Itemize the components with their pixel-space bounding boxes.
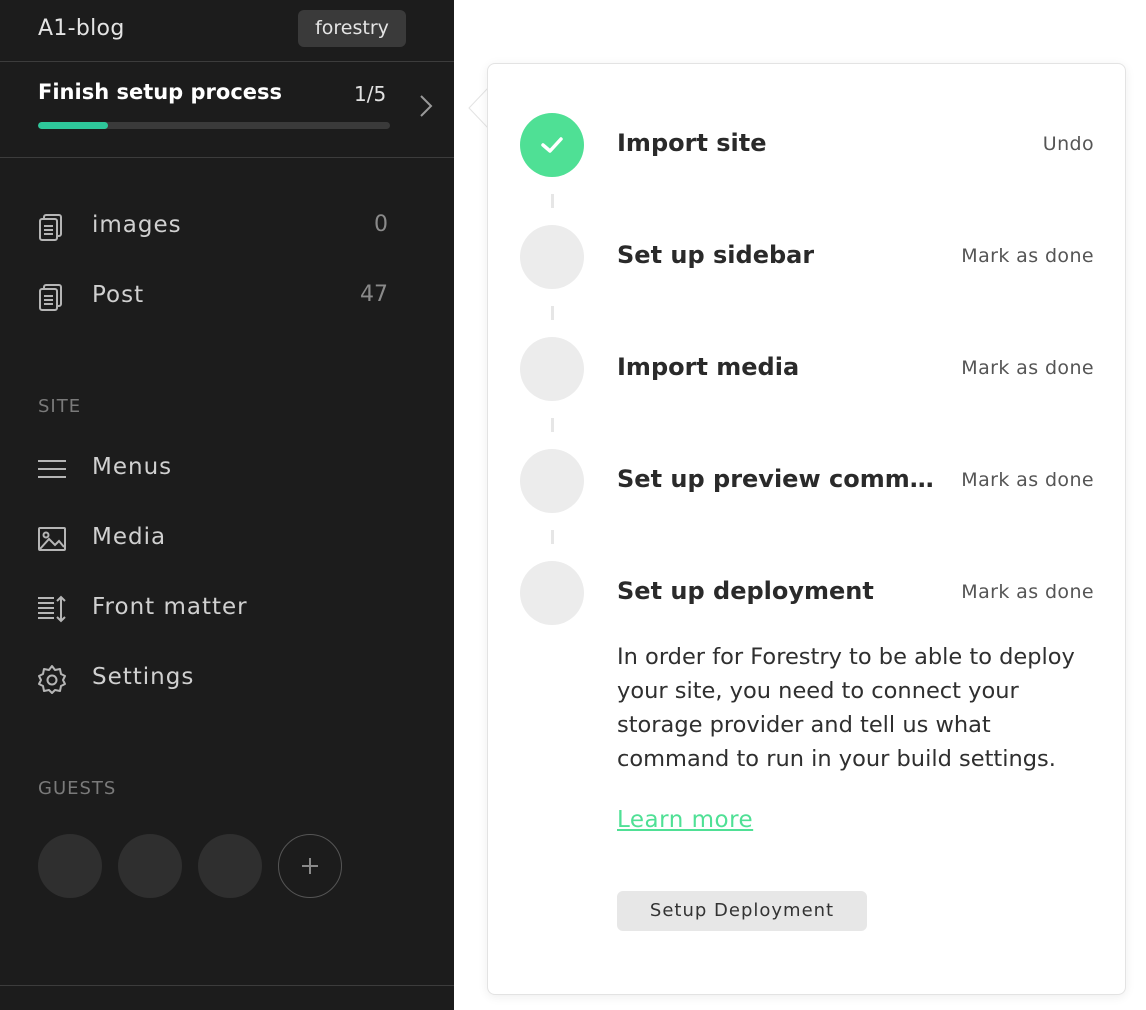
sidebar: A1-blog forestry Finish setup process 1/… <box>0 0 454 1010</box>
sidebar-item-label: Front matter <box>92 594 248 620</box>
add-guest-button[interactable] <box>278 834 342 898</box>
setup-step-import-site: Import site Undo <box>488 113 1127 177</box>
sidebar-item-label: images <box>92 212 182 238</box>
mark-as-done-button[interactable]: Mark as done <box>961 469 1094 491</box>
undo-button[interactable]: Undo <box>1043 133 1094 155</box>
setup-progress-fill <box>38 122 109 129</box>
sidebar-item-post[interactable]: Post 47 <box>0 271 454 321</box>
check-icon <box>541 137 563 153</box>
mark-as-done-button[interactable]: Mark as done <box>961 357 1094 379</box>
divider <box>0 985 454 986</box>
divider <box>0 157 454 158</box>
learn-more-link[interactable]: Learn more <box>617 807 753 833</box>
sidebar-item-media[interactable]: Media <box>0 513 454 563</box>
collection-icon <box>39 214 62 241</box>
chevron-right-icon <box>420 95 433 117</box>
sidebar-item-label: Media <box>92 524 167 550</box>
step-title: Import media <box>617 353 800 381</box>
step-description: In order for Forestry to be able to depl… <box>617 644 1075 772</box>
step-connector <box>551 306 554 320</box>
cms-badge[interactable]: forestry <box>298 10 406 47</box>
step-connector <box>551 530 554 544</box>
step-connector <box>551 194 554 208</box>
image-icon <box>38 527 66 551</box>
finish-setup-toggle[interactable]: Finish setup process 1/5 <box>0 62 454 157</box>
sidebar-item-images[interactable]: images 0 <box>0 201 454 251</box>
collection-icon <box>39 284 62 311</box>
step-status-circle <box>520 337 584 401</box>
guest-avatar[interactable] <box>38 834 102 898</box>
step-status-circle <box>520 449 584 513</box>
setup-progress-bar <box>38 122 390 129</box>
step-title: Import site <box>617 129 767 157</box>
sidebar-item-front-matter[interactable]: Front matter <box>0 583 454 633</box>
step-connector <box>551 418 554 432</box>
guests-section-heading: GUESTS <box>38 778 117 799</box>
site-header: A1-blog forestry <box>0 0 454 61</box>
front-matter-icon <box>38 595 66 623</box>
sidebar-item-label: Settings <box>92 664 195 690</box>
setup-step-deployment: Set up deployment Mark as done <box>488 561 1127 625</box>
mark-as-done-button[interactable]: Mark as done <box>961 245 1094 267</box>
guest-avatar[interactable] <box>198 834 262 898</box>
setup-step-sidebar: Set up sidebar Mark as done <box>488 225 1127 289</box>
site-section-heading: SITE <box>38 396 82 417</box>
guest-avatar[interactable] <box>118 834 182 898</box>
mark-as-done-button[interactable]: Mark as done <box>961 581 1094 603</box>
sidebar-item-label: Post <box>92 282 145 308</box>
setup-checklist-popover: Import site Undo Set up sidebar Mark as … <box>487 63 1126 995</box>
setup-step-count: 1/5 <box>354 82 387 106</box>
step-title: Set up deployment <box>617 577 874 605</box>
sidebar-item-menus[interactable]: Menus <box>0 443 454 493</box>
setup-title: Finish setup process <box>38 80 283 104</box>
step-title: Set up sidebar <box>617 241 815 269</box>
menu-icon <box>38 460 66 478</box>
step-status-circle <box>520 113 584 177</box>
sidebar-item-label: Menus <box>92 454 173 480</box>
plus-icon <box>302 858 318 874</box>
step-status-circle <box>520 225 584 289</box>
sidebar-item-settings[interactable]: Settings <box>0 653 454 703</box>
setup-deployment-button[interactable]: Setup Deployment <box>617 891 867 931</box>
step-title: Set up preview comma… <box>617 465 935 493</box>
gear-icon <box>38 665 66 694</box>
setup-step-import-media: Import media Mark as done <box>488 337 1127 401</box>
site-name[interactable]: A1-blog <box>38 16 125 41</box>
step-status-circle <box>520 561 584 625</box>
item-count: 47 <box>360 282 388 307</box>
setup-step-preview-command: Set up preview comma… Mark as done <box>488 449 1127 513</box>
item-count: 0 <box>374 212 388 237</box>
